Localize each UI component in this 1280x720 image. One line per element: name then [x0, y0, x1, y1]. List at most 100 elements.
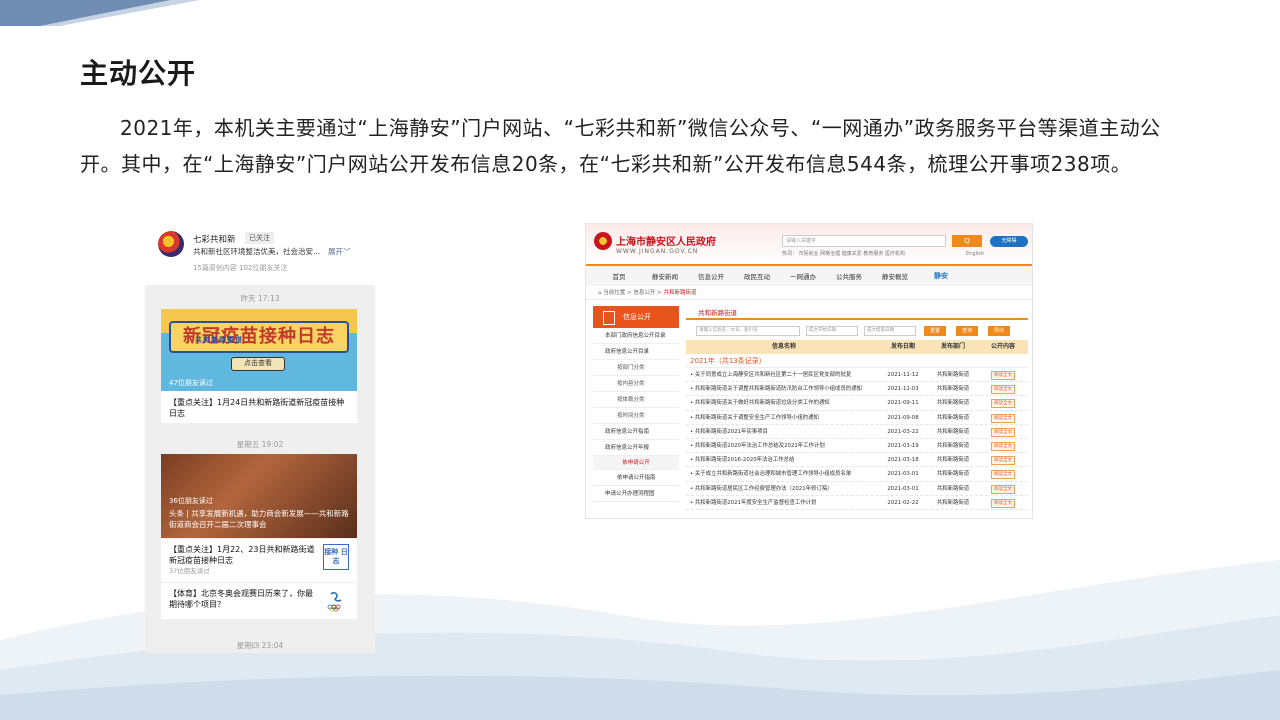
table-row: • 共和新路街道2020年法治工作总结及2021年工作计划 2021-03-19 共…	[686, 439, 1028, 454]
column-header: 公开内容	[990, 343, 1015, 350]
site-logo: 上海市静安区人民政府	[616, 237, 716, 248]
list-item-title: 【体育】北京冬奥会观赛日历来了，你最期待哪个项目？	[169, 589, 313, 609]
chevron-down-icon: ﹀	[343, 247, 351, 256]
sidebar-group: 依申请公开	[593, 456, 679, 470]
table-row: • 共和新路街道居民区工作经费管理办法（2021年修订稿） 2021-03-01 共…	[686, 482, 1028, 496]
row-date: 2021-09-08	[887, 414, 919, 421]
end-date-input: 成文结束日期	[864, 326, 916, 336]
sidebar-item: 本部门政府信息公开目录	[593, 328, 679, 344]
cover-button: 点击查看	[231, 357, 285, 371]
row-name: • 共和新路街道2020年法治工作总结及2021年工作计划	[690, 442, 825, 449]
read-full-button: 阅读全文	[991, 498, 1015, 508]
table-row: • 共和新路街道2021年实事项目 2021-03-22 共和新路街道 阅读全文	[686, 425, 1028, 439]
row-name: • 关于成立共和新路街道社会治理和城市管理工作领导小组成员名单	[690, 471, 852, 478]
site-url: WWW.JINGAN.GOV.CN	[616, 248, 699, 255]
row-dept: 共和新路街道	[936, 400, 970, 407]
page-title: 主动公开	[80, 57, 197, 90]
row-action-cell: 阅读全文	[978, 496, 1028, 509]
nav-item: 静安新闻	[652, 273, 678, 281]
reset-button: 重置	[924, 326, 946, 336]
nav-item: 静安概览	[882, 273, 908, 281]
read-full-button: 阅读全文	[991, 371, 1015, 380]
table-row: • 共和新路街道关于调整安全生产工作领导小组的通知 2021-09-08 共和新路街…	[686, 411, 1028, 425]
row-name: • 共和新路街道居民区工作经费管理办法（2021年修订稿）	[690, 485, 833, 492]
row-action-cell: 阅读全文	[978, 396, 1028, 409]
row-action-cell: 阅读全文	[978, 382, 1028, 395]
start-date-input: 成文开始日期	[806, 326, 858, 336]
row-dept: 共和新路街道	[936, 386, 970, 393]
search-icon: Q	[952, 235, 982, 247]
sidebar: 信息公开 本部门政府信息公开目录 政府信息公开目录 按部门分类 按内容分类 按体裁分类按…	[593, 306, 679, 502]
read-full-button: 阅读全文	[991, 470, 1015, 480]
row-dept: 共和新路街道	[936, 485, 970, 492]
expand-link: 展开﹀	[328, 246, 351, 257]
sidebar-header: 信息公开	[593, 306, 679, 328]
row-action-cell: 阅读全文	[978, 368, 1028, 381]
row-name: • 共和新路街道2016-2020年法治工作总结	[690, 457, 795, 464]
row-name: • 共和新路街道2021年度安全生产监督检查工作计划	[690, 499, 817, 506]
table-row: • 共和新路街道关于调整共和新路街道防汛防台工作领导小组成员的通知 2021-11…	[686, 382, 1028, 397]
nav-item: 公共服务	[836, 273, 862, 281]
row-action-cell: 阅读全文	[978, 482, 1028, 495]
row-dept: 共和新路街道	[936, 372, 970, 378]
row-name: • 共和新路街道关于做好共和新路街道垃圾分类工作的通知	[690, 400, 830, 407]
table-body: • 关于同意成立上海静安区共和新社区第二十一居民区党支部的批复 2021-11-1…	[686, 368, 1028, 510]
emblem-icon	[594, 232, 612, 250]
filter-bar: 请输入信息名、文号、索引号 成文开始日期 成文结束日期 重置 查询 导出	[686, 322, 1028, 340]
read-full-button: 阅读全文	[991, 441, 1015, 451]
table-header: 信息名称 发布日期 发布部门 公开内容	[686, 340, 1028, 354]
row-date: 2021-11-12	[887, 372, 919, 378]
sidebar-item: 依申请公开指南	[593, 470, 679, 486]
account-name: 七彩共和新	[193, 235, 236, 245]
site-header: 上海市静安区人民政府 WWW.JINGAN.GOV.CN 请输入关键字 Q 无障…	[586, 224, 1032, 264]
breadcrumb: ⌂ 当前位置 > 信息公开 > 共和新路街道	[586, 286, 1032, 300]
read-full-button: 阅读全文	[991, 456, 1015, 466]
sidebar-item: 按内容分类	[593, 376, 679, 392]
read-full-button: 阅读全文	[991, 484, 1015, 494]
read-full-button: 阅读全文	[991, 427, 1015, 437]
row-name: • 共和新路街道2021年实事项目	[690, 428, 768, 435]
sidebar-item: 按时间分类	[593, 408, 679, 424]
read-full-button: 阅读全文	[991, 385, 1015, 395]
sidebar-item: 政府信息公开指南	[593, 424, 679, 440]
account-stats: 15篇原创内容 102位朋友关注	[193, 264, 288, 272]
export-button: 导出	[988, 326, 1010, 336]
search-input: 请输入关键字	[782, 235, 946, 247]
list-item: 【重点关注】1月22、23日共和新路街道新冠疫苗接种日志 37位朋友读过 接种 …	[161, 538, 357, 582]
article-card: 36位朋友读过 头条 | 共享发展新机遇，助力商会新发展——共和新路街道商会召开…	[161, 454, 357, 619]
row-dept: 共和新路街道	[936, 499, 970, 506]
main-nav: 首页 静安新闻 信息公开 政民互动 一网通办 公共服务 静安概览 静安	[586, 264, 1032, 286]
accessibility-badge: 无障碍	[990, 236, 1028, 247]
row-date: 2021-11-03	[887, 386, 919, 393]
column-header: 发布日期	[890, 343, 915, 350]
article-cover-photo: 36位朋友读过 头条 | 共享发展新机遇，助力商会新发展——共和新路街道商会召开…	[161, 454, 357, 538]
column-header: 信息名称	[771, 343, 796, 350]
row-date: 2021-09-11	[887, 400, 919, 407]
table-row: • 关于同意成立上海静安区共和新社区第二十一居民区党支部的批复 2021-11-1…	[686, 368, 1028, 383]
read-count: 47位朋友读过	[169, 379, 213, 387]
row-date: 2021-03-01	[887, 485, 919, 492]
cover-banner: 共和新路街道 新冠疫苗接种日志	[169, 321, 349, 353]
nav-item: 一网通办	[790, 273, 816, 281]
timestamp: 星期四 23:04	[236, 641, 284, 650]
table-row: • 共和新路街道关于做好共和新路街道垃圾分类工作的通知 2021-09-11 共和新…	[686, 396, 1028, 411]
sidebar-list: 本部门政府信息公开目录 政府信息公开目录 按部门分类 按内容分类 按体裁分类 按时间分类政…	[593, 328, 679, 456]
sidebar-item: 政府信息公开目录	[593, 344, 679, 360]
column-header: 发布部门	[940, 343, 965, 350]
expand-label: 展开	[328, 247, 343, 256]
content-header: 共和新路街道	[686, 306, 1028, 320]
row-action-cell: 阅读全文	[978, 439, 1028, 452]
read-count: 36位朋友读过	[169, 497, 213, 505]
olympics-logo-icon	[323, 588, 349, 614]
sidebar-item: 按部门分类	[593, 360, 679, 376]
article-cover-image: 共和新路街道 新冠疫苗接种日志 点击查看 47位朋友读过	[161, 309, 357, 391]
article-title: 【重点关注】1月24日共和新路街道新冠疫苗接种日志	[169, 398, 345, 418]
nav-item: 信息公开	[698, 273, 724, 281]
sidebar-item: 申请公开办理流程图	[593, 486, 679, 502]
row-date: 2021-03-19	[887, 442, 919, 449]
content-panel: 共和新路街道 请输入信息名、文号、索引号 成文开始日期 成文结束日期 重置 查询…	[686, 306, 1028, 510]
nav-item: 政民互动	[744, 273, 770, 281]
article-card: 共和新路街道 新冠疫苗接种日志 点击查看 47位朋友读过 【重点关注】1月24日共…	[161, 309, 357, 423]
row-name: • 共和新路街道关于调整安全生产工作领导小组的通知	[690, 414, 819, 421]
row-date: 2021-03-01	[887, 471, 919, 478]
